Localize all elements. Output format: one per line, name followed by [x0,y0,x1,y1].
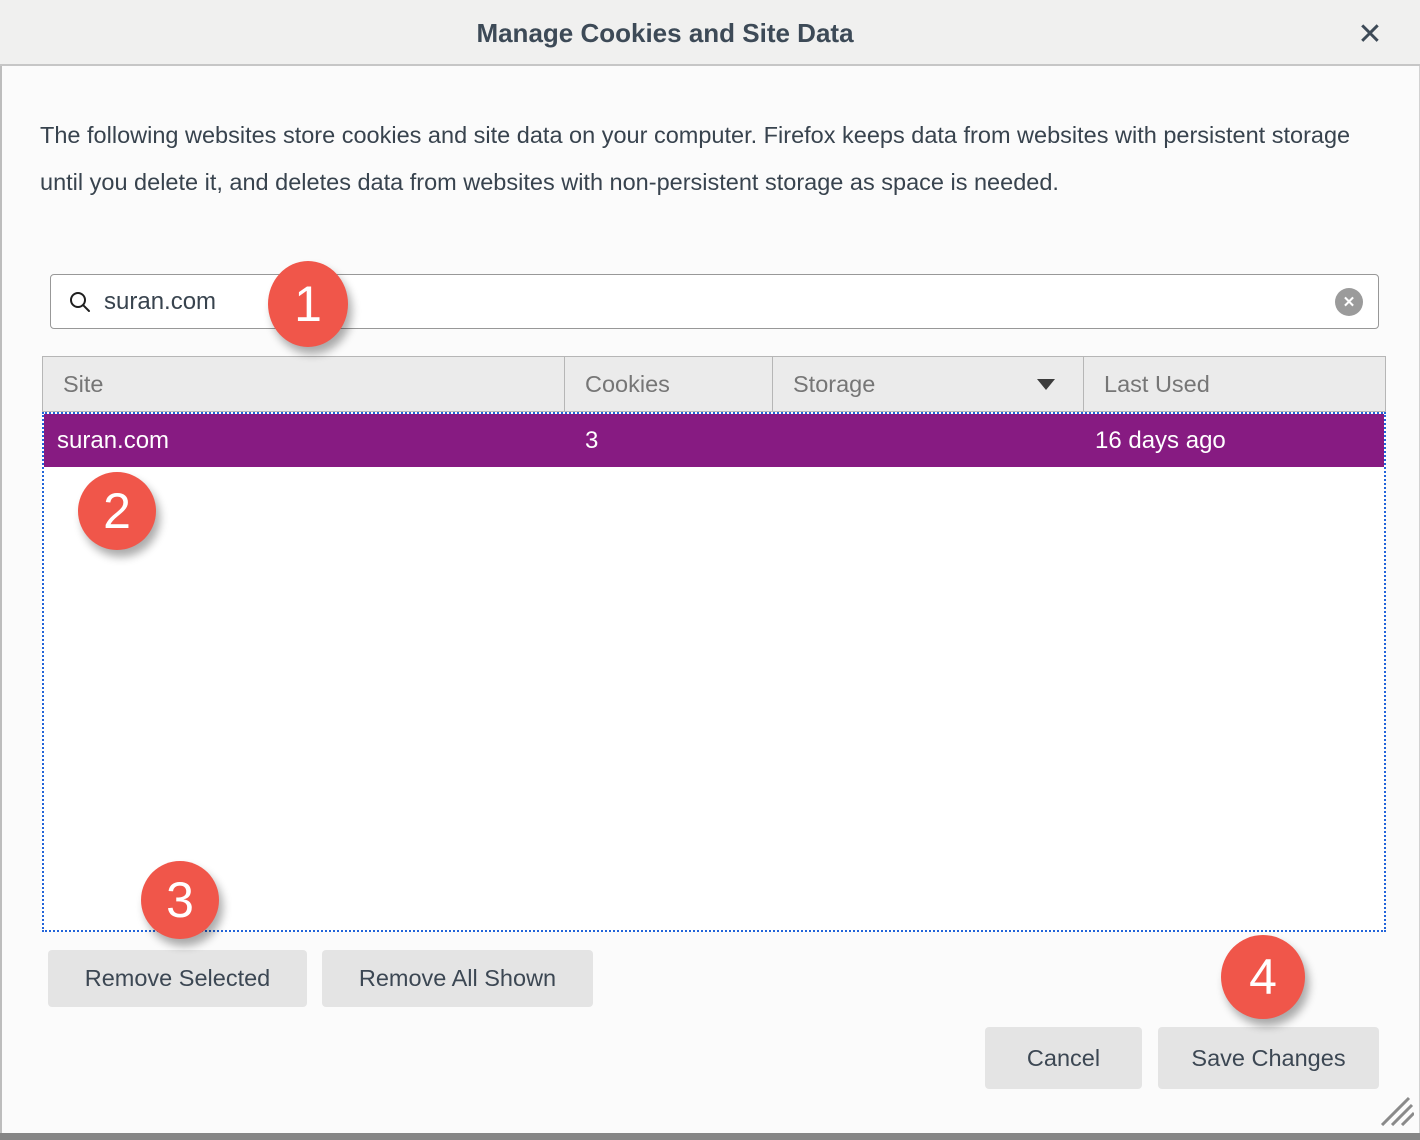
table-body[interactable]: suran.com 3 16 days ago [42,412,1386,932]
table-header-row: Site Cookies Storage Last Used [42,356,1386,412]
dialog-left-border [0,0,2,1140]
site-data-table: Site Cookies Storage Last Used suran.com… [42,356,1386,932]
column-header-last-used[interactable]: Last Used [1083,357,1385,411]
sort-descending-icon [1037,379,1055,390]
search-icon [68,290,92,314]
cell-cookies: 3 [563,427,771,455]
cell-last-used: 16 days ago [1082,427,1384,455]
dialog-description: The following websites store cookies and… [40,112,1364,206]
dialog-titlebar: Manage Cookies and Site Data ✕ [0,0,1420,66]
remove-selected-button[interactable]: Remove Selected [48,950,307,1007]
column-header-cookies[interactable]: Cookies [564,357,772,411]
cell-site: suran.com [44,427,563,455]
close-icon[interactable]: ✕ [1348,12,1392,56]
dialog-title: Manage Cookies and Site Data [0,0,1330,66]
annotation-marker-1: 1 [268,261,348,347]
annotation-marker-4: 4 [1221,935,1305,1019]
remove-all-shown-button[interactable]: Remove All Shown [322,950,593,1007]
column-header-site[interactable]: Site [43,357,564,411]
annotation-marker-3: 3 [141,861,219,939]
search-field-container: ✕ [50,274,1379,329]
window-bottom-edge [0,1133,1420,1140]
column-header-storage[interactable]: Storage [772,357,1083,411]
cancel-button[interactable]: Cancel [985,1027,1142,1089]
save-changes-button[interactable]: Save Changes [1158,1027,1379,1089]
table-row-selected[interactable]: suran.com 3 16 days ago [44,414,1384,467]
resize-grip-icon[interactable] [1374,1094,1414,1131]
clear-search-icon[interactable]: ✕ [1335,288,1363,316]
annotation-marker-2: 2 [78,472,156,550]
